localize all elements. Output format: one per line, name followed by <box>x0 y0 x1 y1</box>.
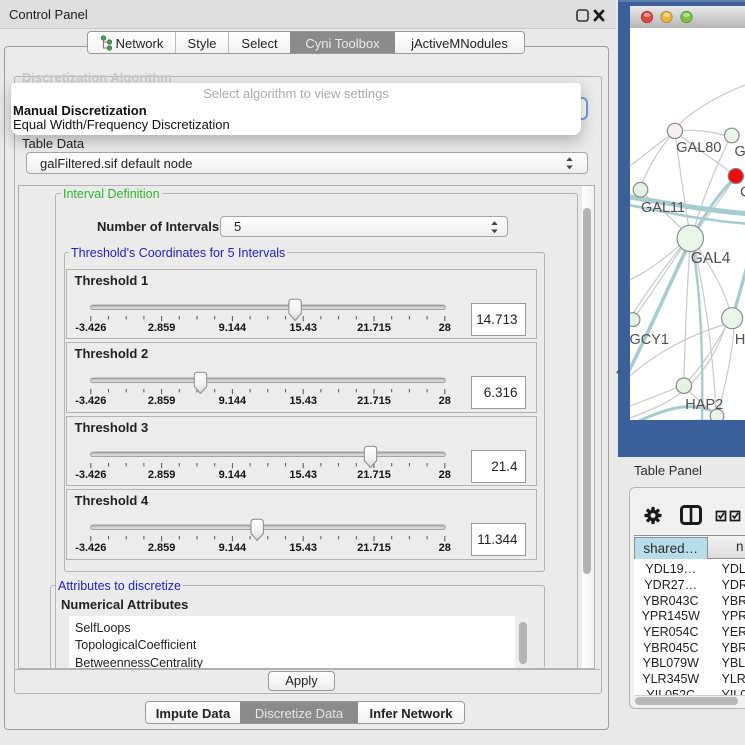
svg-text:GCY1: GCY1 <box>630 332 669 348</box>
svg-text:9.144: 9.144 <box>218 395 246 407</box>
svg-text:9.144: 9.144 <box>218 322 246 334</box>
svg-text:-3.426: -3.426 <box>75 395 106 407</box>
svg-text:21.715: 21.715 <box>357 395 391 407</box>
svg-text:-3.426: -3.426 <box>75 322 106 334</box>
svg-text:-3.426: -3.426 <box>75 469 106 481</box>
svg-text:GAL80: GAL80 <box>676 140 721 156</box>
svg-text:28: 28 <box>438 542 450 554</box>
svg-text:15.43: 15.43 <box>289 469 317 481</box>
svg-text:21.715: 21.715 <box>357 322 391 334</box>
svg-text:HAP2: HAP2 <box>685 397 723 413</box>
svg-text:C: C <box>740 185 745 201</box>
svg-text:21.715: 21.715 <box>357 542 391 554</box>
svg-text:28: 28 <box>438 322 450 334</box>
svg-text:15.43: 15.43 <box>289 322 317 334</box>
svg-text:28: 28 <box>438 469 450 481</box>
svg-text:21.715: 21.715 <box>357 469 391 481</box>
svg-text:GAL1: GAL1 <box>735 144 745 160</box>
svg-text:GAL4: GAL4 <box>691 250 731 267</box>
svg-text:2.859: 2.859 <box>147 395 175 407</box>
svg-text:2.859: 2.859 <box>147 469 175 481</box>
svg-text:2.859: 2.859 <box>147 322 175 334</box>
svg-text:28: 28 <box>438 395 450 407</box>
svg-text:9.144: 9.144 <box>218 542 246 554</box>
svg-text:15.43: 15.43 <box>289 395 317 407</box>
svg-text:GAL11: GAL11 <box>641 200 685 216</box>
svg-text:2.859: 2.859 <box>147 542 175 554</box>
svg-text:9.144: 9.144 <box>218 469 246 481</box>
svg-text:H: H <box>735 332 745 348</box>
svg-text:15.43: 15.43 <box>289 542 317 554</box>
svg-text:-3.426: -3.426 <box>75 542 106 554</box>
